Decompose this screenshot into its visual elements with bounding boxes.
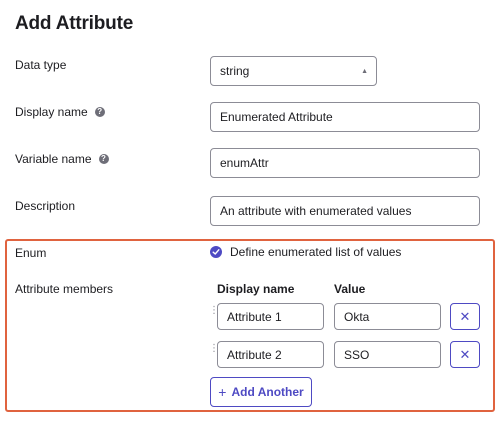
- data-type-value: string: [220, 64, 250, 78]
- display-name-input[interactable]: Enumerated Attribute: [210, 102, 480, 132]
- data-type-label-text: Data type: [15, 58, 67, 72]
- enum-label: Enum: [15, 246, 46, 260]
- description-label: Description: [15, 199, 75, 213]
- description-value: An attribute with enumerated values: [220, 204, 412, 218]
- data-type-select[interactable]: string ▲︎: [210, 56, 377, 86]
- member-display-name-input[interactable]: Attribute 2: [217, 341, 324, 368]
- help-icon[interactable]: ?: [94, 107, 105, 117]
- variable-name-input[interactable]: enumAttr: [210, 148, 480, 178]
- description-label-text: Description: [15, 199, 76, 213]
- enum-checkbox-label[interactable]: Define enumerated list of values: [230, 245, 401, 259]
- display-name-label: Display name ?: [15, 105, 105, 119]
- add-another-button[interactable]: + Add Another: [210, 377, 312, 407]
- add-another-label: Add Another: [231, 385, 304, 399]
- description-input[interactable]: An attribute with enumerated values: [210, 196, 480, 226]
- member-display-name-input[interactable]: Attribute 1: [217, 303, 324, 330]
- column-header-value: Value: [334, 282, 366, 296]
- page-title: Add Attribute: [15, 13, 134, 34]
- remove-member-button[interactable]: ✕: [450, 341, 480, 368]
- help-icon[interactable]: ?: [98, 154, 109, 164]
- member-display-name-value: Attribute 2: [227, 347, 282, 362]
- display-name-label-text: Display name: [15, 105, 88, 119]
- chevron-down-icon: ▲︎: [361, 68, 368, 75]
- member-value-input[interactable]: SSO: [334, 341, 441, 368]
- attribute-members-label-text: Attribute members: [15, 282, 114, 296]
- check-icon: [212, 249, 220, 255]
- variable-name-label: Variable name ?: [15, 152, 109, 166]
- remove-member-button[interactable]: ✕: [450, 303, 480, 330]
- close-icon: ✕: [459, 346, 471, 362]
- plus-icon: +: [218, 384, 227, 400]
- member-display-name-value: Attribute 1: [227, 309, 282, 324]
- column-header-display-name: Display name: [217, 282, 295, 296]
- member-value-value: SSO: [344, 347, 370, 362]
- enum-checkbox[interactable]: [210, 246, 222, 258]
- close-icon: ✕: [459, 308, 471, 324]
- drag-handle-icon[interactable]: ⋮: [209, 306, 219, 321]
- variable-name-value: enumAttr: [220, 156, 269, 170]
- member-value-input[interactable]: Okta: [334, 303, 441, 330]
- member-value-value: Okta: [344, 309, 370, 324]
- attribute-members-label: Attribute members: [15, 282, 113, 296]
- variable-name-label-text: Variable name: [15, 152, 92, 166]
- display-name-value: Enumerated Attribute: [220, 110, 333, 124]
- drag-handle-icon[interactable]: ⋮: [209, 344, 219, 359]
- data-type-label: Data type: [15, 58, 66, 72]
- enum-label-text: Enum: [15, 246, 47, 260]
